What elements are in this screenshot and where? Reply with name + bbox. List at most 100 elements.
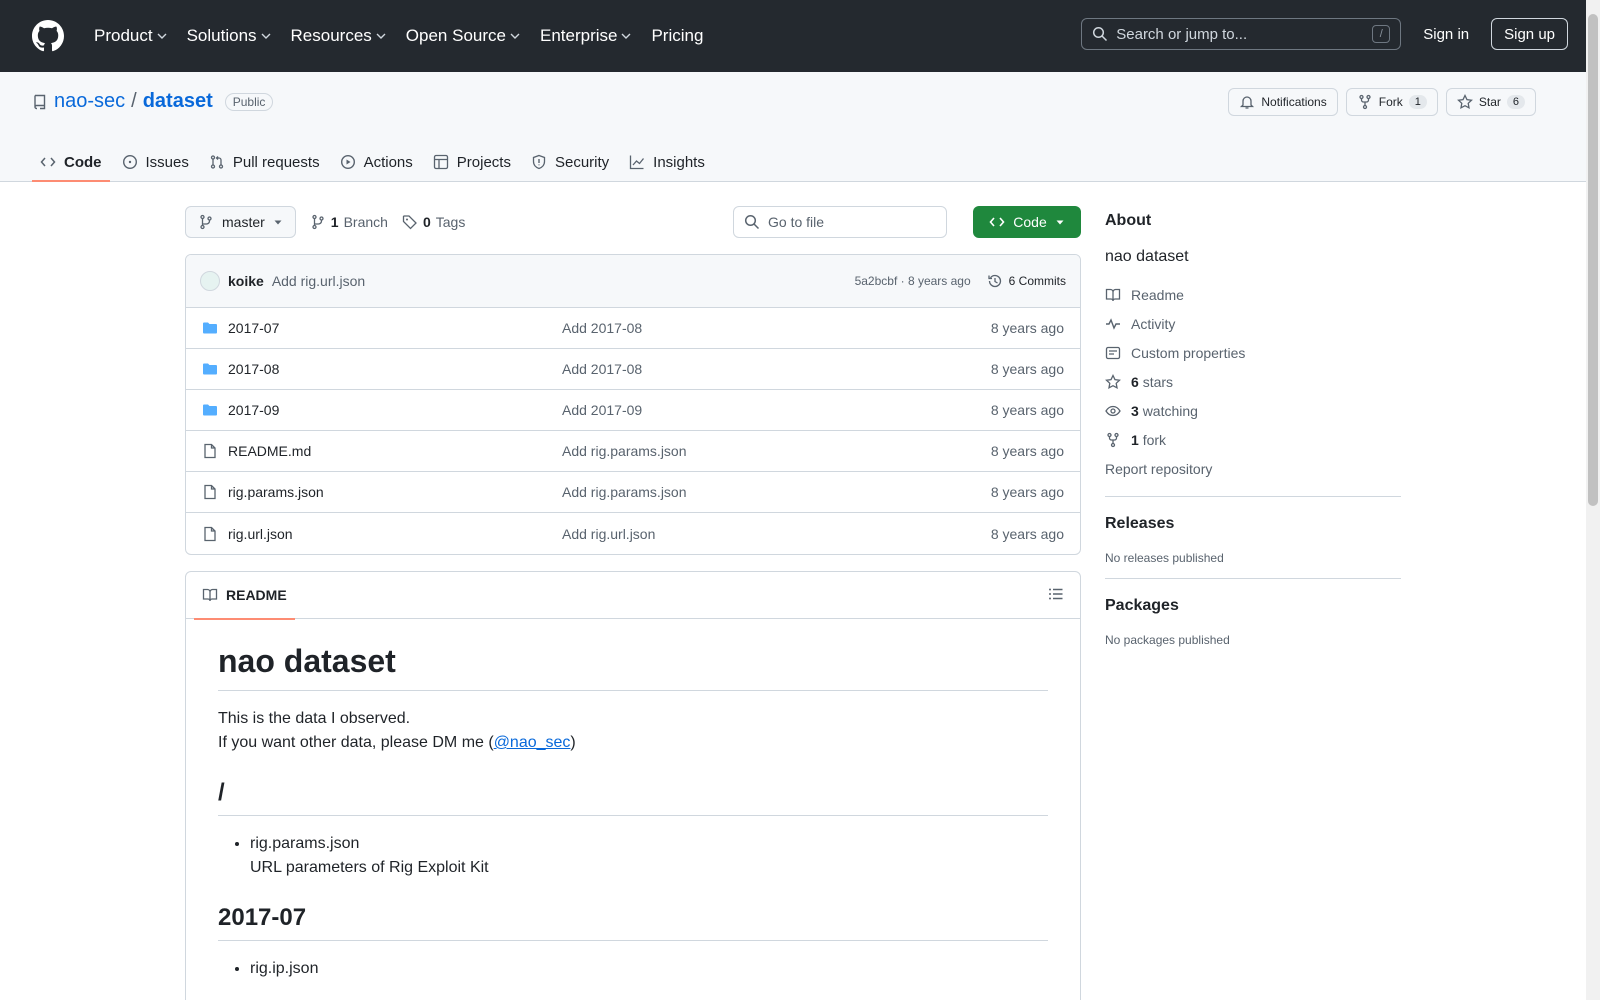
code-download-button[interactable]: Code bbox=[973, 206, 1081, 238]
mention-link[interactable]: @nao_sec bbox=[494, 734, 571, 751]
nav-resources[interactable]: Resources bbox=[283, 20, 394, 52]
tab-insights[interactable]: Insights bbox=[621, 142, 713, 182]
nav-product[interactable]: Product bbox=[86, 20, 175, 52]
notifications-button[interactable]: Notifications bbox=[1228, 88, 1338, 116]
fork-button[interactable]: Fork 1 bbox=[1345, 88, 1438, 116]
packages-title: Packages bbox=[1105, 597, 1179, 614]
stars-link[interactable]: 6 stars bbox=[1105, 367, 1401, 396]
about-sidebar: About nao dataset Readme Activity Custom… bbox=[1105, 206, 1401, 647]
commit-meta: 5a2bcbf · 8 years ago 6 Commits bbox=[855, 273, 1066, 289]
history-icon bbox=[988, 274, 1001, 288]
readme-body: nao dataset This is the data I observed.… bbox=[186, 619, 1080, 1000]
star-icon bbox=[1105, 373, 1121, 390]
fork-icon bbox=[1105, 432, 1121, 448]
table-row[interactable]: 2017-08 Add 2017-08 8 years ago bbox=[186, 349, 1080, 390]
file-name-link[interactable]: README.md bbox=[228, 443, 562, 459]
file-list: koike Add rig.url.json 5a2bcbf · 8 years… bbox=[185, 254, 1081, 555]
folder-icon bbox=[202, 402, 218, 418]
branches-link[interactable]: 1 Branch bbox=[310, 214, 388, 230]
file-commit-message[interactable]: Add rig.params.json bbox=[562, 443, 991, 459]
table-row[interactable]: 2017-09 Add 2017-09 8 years ago bbox=[186, 390, 1080, 431]
tab-projects[interactable]: Projects bbox=[425, 142, 519, 182]
list-item: rig.params.jsonURL parameters of Rig Exp… bbox=[250, 832, 1048, 880]
star-button[interactable]: Star 6 bbox=[1445, 88, 1536, 116]
file-commit-message[interactable]: Add rig.params.json bbox=[562, 484, 991, 500]
table-row[interactable]: 2017-07 Add 2017-08 8 years ago bbox=[186, 308, 1080, 349]
branch-select-button[interactable]: master bbox=[185, 206, 296, 238]
readme-list-root: rig.params.jsonURL parameters of Rig Exp… bbox=[250, 832, 1048, 880]
pulse-icon bbox=[1105, 316, 1121, 332]
nav-open-source[interactable]: Open Source bbox=[398, 20, 528, 52]
file-commit-message[interactable]: Add 2017-08 bbox=[562, 361, 991, 377]
file-commit-message[interactable]: Add 2017-08 bbox=[562, 320, 991, 336]
readme-title: nao dataset bbox=[218, 643, 1048, 691]
branch-icon bbox=[200, 214, 212, 230]
tab-security[interactable]: Security bbox=[523, 142, 617, 182]
tags-link[interactable]: 0 Tags bbox=[402, 214, 465, 230]
tab-pull-requests[interactable]: Pull requests bbox=[201, 142, 328, 182]
file-commit-message[interactable]: Add 2017-09 bbox=[562, 402, 991, 418]
sign-up-button[interactable]: Sign up bbox=[1491, 18, 1568, 50]
table-row[interactable]: rig.params.json Add rig.params.json 8 year… bbox=[186, 472, 1080, 513]
main-content: master 1 Branch 0 Tags Go to file Code k… bbox=[185, 206, 1081, 1000]
table-row[interactable]: README.md Add rig.params.json 8 years ago bbox=[186, 431, 1080, 472]
commit-author-link[interactable]: koike bbox=[228, 273, 264, 289]
tab-actions[interactable]: Actions bbox=[332, 142, 421, 182]
page-scrollbar[interactable] bbox=[1586, 0, 1600, 1000]
repo-icon bbox=[34, 94, 46, 109]
file-commit-message[interactable]: Add rig.url.json bbox=[562, 526, 991, 542]
tab-code[interactable]: Code bbox=[32, 142, 110, 182]
tab-issues[interactable]: Issues bbox=[114, 142, 197, 182]
file-icon bbox=[202, 484, 218, 500]
list-unordered-icon[interactable] bbox=[1048, 586, 1064, 605]
packages-empty-text: No packages published bbox=[1105, 633, 1230, 647]
code-icon bbox=[40, 157, 56, 167]
go-to-file-input[interactable]: Go to file bbox=[733, 206, 947, 238]
chevron-down-icon bbox=[621, 33, 631, 39]
github-logo-icon[interactable] bbox=[32, 20, 64, 52]
readme-link[interactable]: Readme bbox=[1105, 280, 1401, 309]
repo-name-link[interactable]: dataset bbox=[143, 90, 213, 113]
commit-message-link[interactable]: Add rig.url.json bbox=[272, 273, 365, 289]
search-icon bbox=[1093, 26, 1108, 42]
chevron-down-icon bbox=[510, 33, 520, 39]
folder-icon bbox=[202, 320, 218, 336]
file-name-link[interactable]: rig.params.json bbox=[228, 484, 562, 500]
branch-icon bbox=[312, 214, 324, 230]
repo-owner-link[interactable]: nao-sec bbox=[54, 90, 125, 113]
file-name-link[interactable]: 2017-07 bbox=[228, 320, 562, 336]
global-header: Product Solutions Resources Open Source … bbox=[0, 0, 1600, 72]
nav-solutions[interactable]: Solutions bbox=[179, 20, 279, 52]
visibility-badge: Public bbox=[224, 92, 274, 111]
search-icon bbox=[744, 214, 760, 230]
file-commit-time: 8 years ago bbox=[990, 525, 1064, 542]
play-icon bbox=[340, 154, 355, 170]
tag-icon bbox=[402, 215, 417, 230]
sidebar-divider bbox=[1105, 578, 1401, 579]
file-commit-time: 8 years ago bbox=[990, 402, 1064, 418]
readme-tab[interactable]: README bbox=[194, 572, 295, 620]
issue-icon bbox=[122, 154, 137, 170]
file-name-link[interactable]: rig.url.json bbox=[228, 526, 562, 542]
nav-pricing[interactable]: Pricing bbox=[643, 20, 711, 52]
global-search-input[interactable]: Search or jump to... / bbox=[1081, 18, 1402, 50]
avatar[interactable] bbox=[200, 271, 220, 291]
custom-properties-link[interactable]: Custom properties bbox=[1105, 338, 1401, 367]
sign-in-link[interactable]: Sign in bbox=[1411, 20, 1481, 49]
file-name-link[interactable]: 2017-08 bbox=[228, 361, 562, 377]
scrollbar-thumb[interactable] bbox=[1588, 14, 1598, 506]
commits-history-link[interactable]: 6 Commits bbox=[987, 273, 1066, 289]
table-row[interactable]: rig.url.json Add rig.url.json 8 years ago bbox=[186, 513, 1080, 554]
caret-down-icon bbox=[274, 220, 282, 225]
book-icon bbox=[202, 588, 218, 602]
watchers-link[interactable]: 3 watching bbox=[1105, 396, 1401, 425]
eye-icon bbox=[1105, 403, 1121, 419]
repo-header: nao-sec / dataset Public Notifications F… bbox=[0, 72, 1586, 182]
commit-hash-time[interactable]: 5a2bcbf · 8 years ago bbox=[855, 274, 971, 288]
forks-link[interactable]: 1 fork bbox=[1105, 425, 1401, 454]
report-repository-link[interactable]: Report repository bbox=[1105, 454, 1401, 483]
readme-line-2: If you want other data, please DM me (@n… bbox=[218, 734, 576, 751]
nav-enterprise[interactable]: Enterprise bbox=[532, 20, 639, 52]
file-name-link[interactable]: 2017-09 bbox=[228, 402, 562, 418]
activity-link[interactable]: Activity bbox=[1105, 309, 1401, 338]
